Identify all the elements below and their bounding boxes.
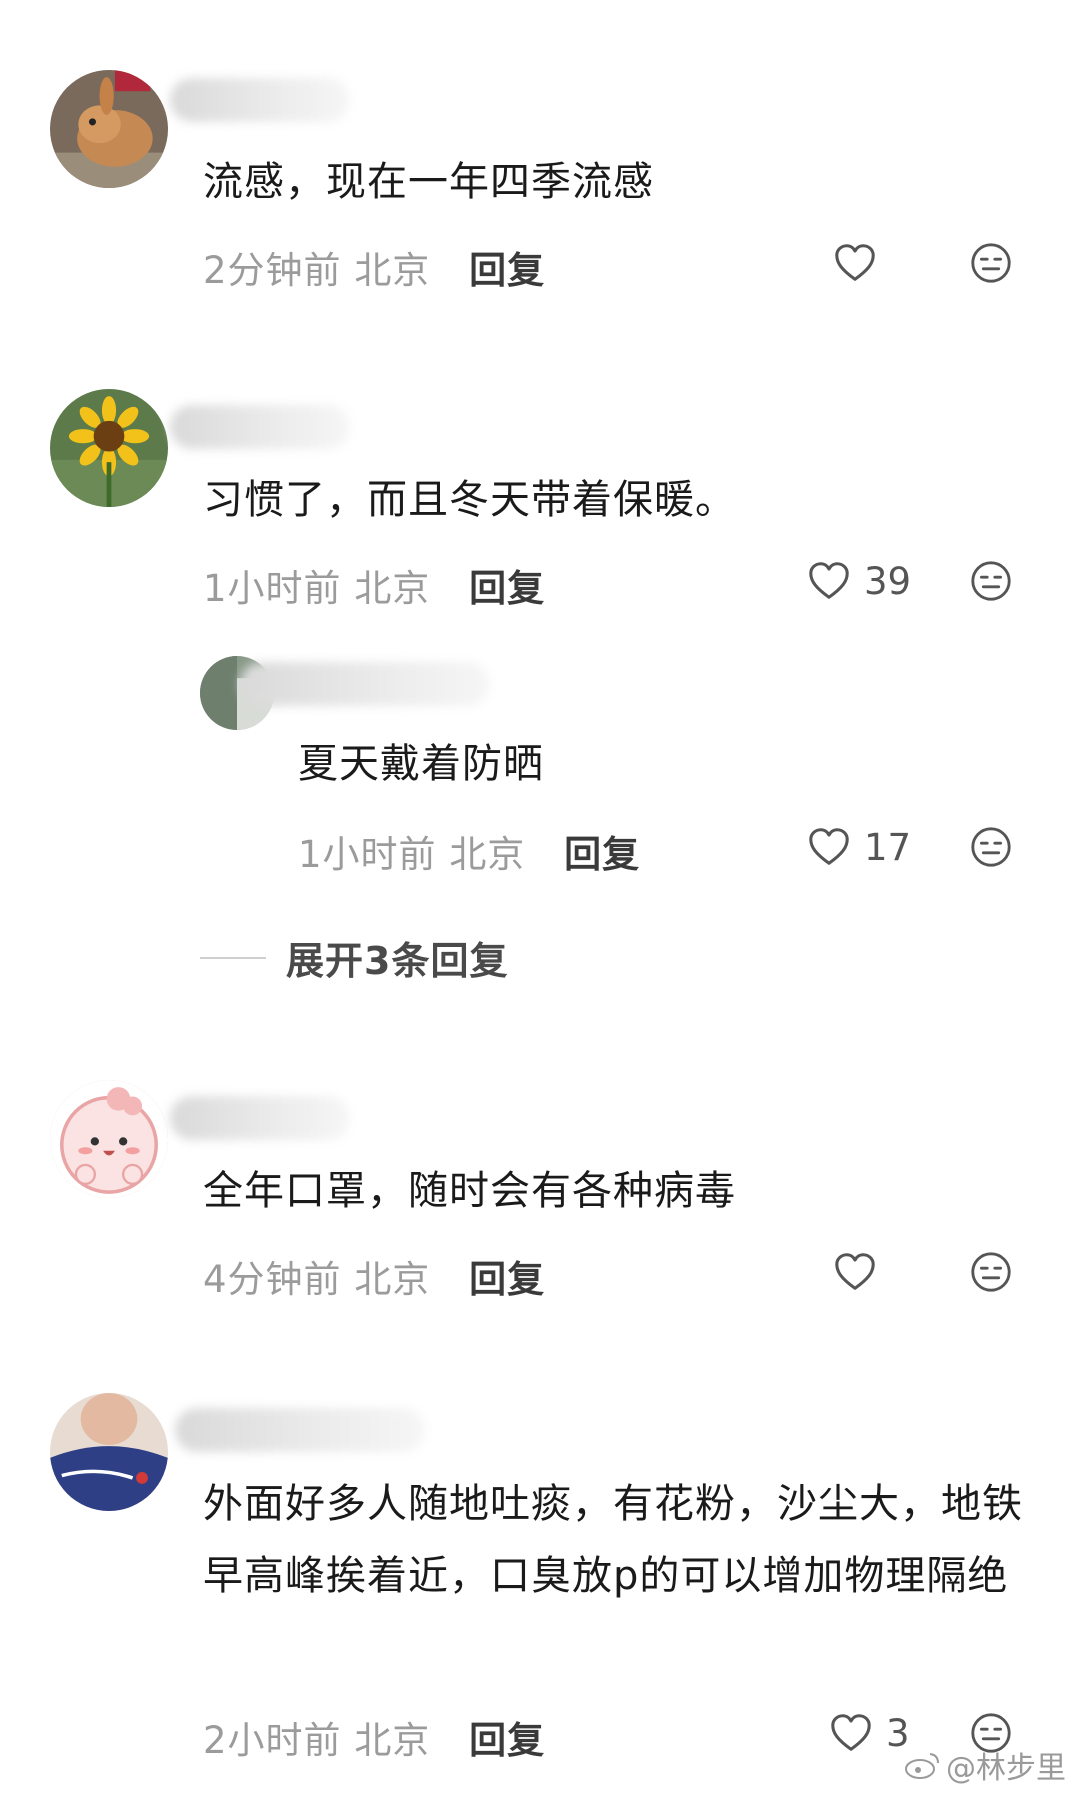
neutral-face-icon (968, 824, 1014, 870)
heart-outline-icon (806, 558, 852, 604)
avatar[interactable] (50, 70, 168, 188)
comment-time: 2分钟前 (203, 249, 342, 292)
like-button[interactable] (832, 240, 890, 286)
username-blurred[interactable] (170, 405, 350, 449)
reply-time: 1小时前 (298, 833, 437, 876)
like-button[interactable]: 3 (828, 1710, 910, 1756)
dislike-button[interactable] (968, 824, 1014, 870)
divider-line (200, 956, 266, 959)
avatar[interactable] (50, 1393, 168, 1511)
username-blurred[interactable] (170, 78, 350, 122)
like-count: 39 (864, 559, 912, 603)
reply-button[interactable]: 回复 (469, 1719, 545, 1762)
comment-text: 习惯了，而且冬天带着保暖。 (203, 477, 736, 523)
comment-meta: 1小时前 北京 回复 (203, 558, 545, 612)
like-button[interactable]: 17 (806, 824, 911, 870)
comment-meta: 2小时前 北京 回复 (203, 1710, 545, 1764)
comment-time: 1小时前 (203, 567, 342, 610)
neutral-face-icon (968, 558, 1014, 604)
comment-text: 外面好多人随地吐痰，有花粉，沙尘大，地铁早高峰挨着近，口臭放p的可以增加物理隔绝 (203, 1481, 1023, 1599)
comment-location: 北京 (354, 249, 431, 292)
reply-meta: 1小时前 北京 回复 (298, 824, 640, 878)
reply-button[interactable]: 回复 (564, 833, 640, 876)
heart-outline-icon (828, 1710, 874, 1756)
comment-text: 全年口罩，随时会有各种病毒 (203, 1168, 736, 1214)
reply-username-blurred[interactable] (240, 662, 490, 706)
comment-location: 北京 (354, 1258, 431, 1301)
reply-button[interactable]: 回复 (469, 249, 545, 292)
dislike-button[interactable] (968, 240, 1014, 286)
like-button[interactable]: 39 (806, 558, 911, 604)
comment-time: 4分钟前 (203, 1258, 342, 1301)
dislike-button[interactable] (968, 558, 1014, 604)
expand-replies-button[interactable]: 展开3条回复 (200, 930, 508, 985)
heart-outline-icon (832, 1249, 878, 1295)
heart-outline-icon (832, 240, 878, 286)
expand-replies-label: 展开3条回复 (286, 939, 509, 983)
weibo-logo-icon (905, 1753, 939, 1779)
avatar[interactable] (50, 1080, 168, 1198)
reply-location: 北京 (449, 833, 526, 876)
neutral-face-icon (968, 240, 1014, 286)
comment-location: 北京 (354, 1719, 431, 1762)
like-button[interactable] (832, 1249, 890, 1295)
comment-text: 流感，现在一年四季流感 (203, 159, 654, 205)
reply-button[interactable]: 回复 (469, 567, 545, 610)
username-blurred[interactable] (175, 1408, 425, 1452)
neutral-face-icon (968, 1249, 1014, 1295)
username-blurred[interactable] (170, 1096, 350, 1140)
reply-text: 夏天戴着防晒 (298, 741, 544, 787)
comment-location: 北京 (354, 567, 431, 610)
comment-meta: 4分钟前 北京 回复 (203, 1249, 545, 1303)
like-count: 17 (864, 825, 912, 869)
dislike-button[interactable] (968, 1249, 1014, 1295)
comment-time: 2小时前 (203, 1719, 342, 1762)
watermark: @林步里 (904, 1743, 1066, 1787)
avatar[interactable] (50, 389, 168, 507)
comment-meta: 2分钟前 北京 回复 (203, 240, 545, 294)
watermark-text: @林步里 (946, 1751, 1066, 1786)
heart-outline-icon (806, 824, 852, 870)
reply-button[interactable]: 回复 (469, 1258, 545, 1301)
